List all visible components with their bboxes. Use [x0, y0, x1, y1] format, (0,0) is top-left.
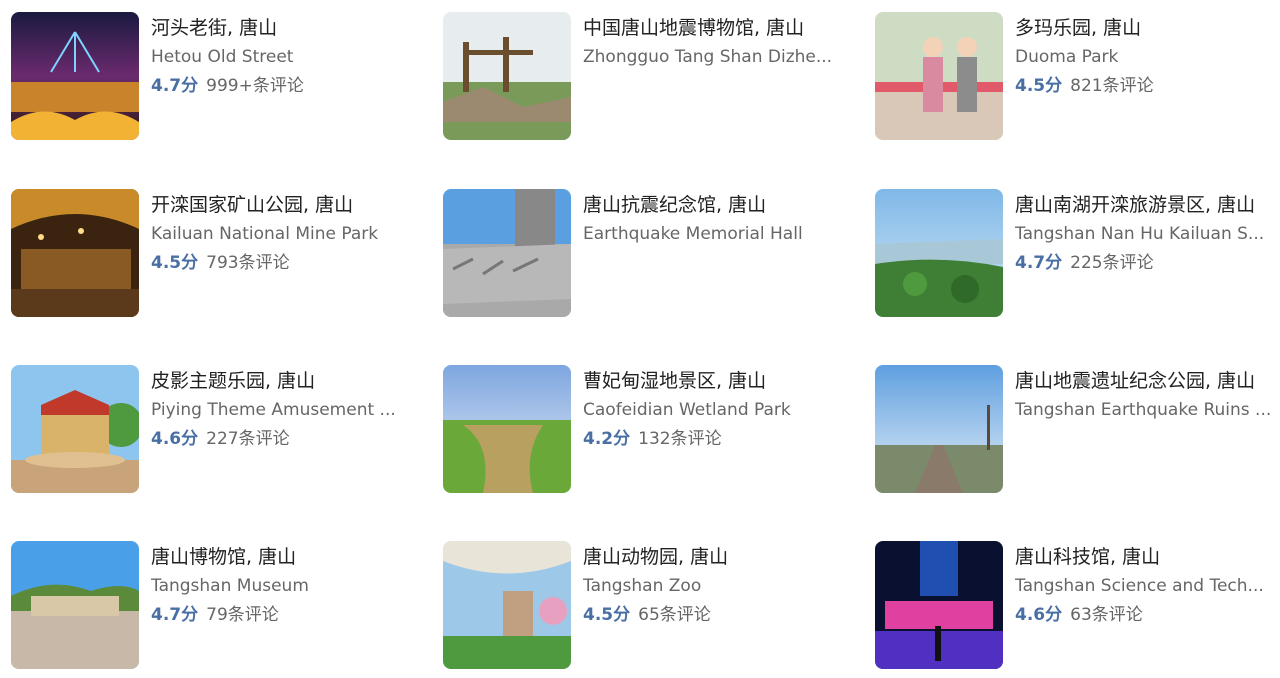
attraction-grid: 河头老街, 唐山 Hetou Old Street 4.7分 999+条评论 中国… [0, 0, 1280, 678]
attraction-card-duoma[interactable]: 多玛乐园, 唐山 Duoma Park 4.5分 821条评论 [875, 12, 1280, 140]
rating-score: 4.2分 [583, 429, 631, 449]
attraction-photo[interactable] [443, 189, 571, 317]
review-count[interactable]: 63条评论 [1070, 605, 1143, 625]
attraction-english-name: Kailuan National Mine Park [151, 224, 379, 244]
rating-score: 4.5分 [1015, 76, 1063, 96]
attraction-title[interactable]: 皮影主题乐园, 唐山 [151, 369, 433, 393]
attraction-card-memorial-hall[interactable]: 唐山抗震纪念馆, 唐山 Earthquake Memorial Hall [443, 189, 863, 317]
attraction-title[interactable]: 唐山科技馆, 唐山 [1015, 545, 1280, 569]
review-count[interactable]: 999+条评论 [206, 76, 304, 96]
attraction-english-name: Earthquake Memorial Hall [583, 224, 803, 244]
attraction-card-earthquake-museum[interactable]: 中国唐山地震博物馆, 唐山 Zhongguo Tang Shan Dizhe..… [443, 12, 863, 140]
attraction-photo[interactable] [11, 541, 139, 669]
attraction-card-caofeidian[interactable]: 曹妃甸湿地景区, 唐山 Caofeidian Wetland Park 4.2分… [443, 365, 863, 493]
attraction-title[interactable]: 唐山南湖开滦旅游景区, 唐山 [1015, 193, 1280, 217]
attraction-card-kailuan-mine[interactable]: 开滦国家矿山公园, 唐山 Kailuan National Mine Park … [11, 189, 431, 317]
rating-score: 4.6分 [1015, 605, 1063, 625]
attraction-english-name: Tangshan Zoo [583, 576, 702, 596]
review-count[interactable]: 225条评论 [1070, 253, 1153, 273]
attraction-card-hetou[interactable]: 河头老街, 唐山 Hetou Old Street 4.7分 999+条评论 [11, 12, 431, 140]
review-count[interactable]: 227条评论 [206, 429, 289, 449]
rating-score: 4.7分 [1015, 253, 1063, 273]
review-count[interactable]: 65条评论 [638, 605, 711, 625]
attraction-title[interactable]: 开滦国家矿山公园, 唐山 [151, 193, 433, 217]
rating-score: 4.5分 [583, 605, 631, 625]
review-count[interactable]: 79条评论 [206, 605, 279, 625]
attraction-photo[interactable] [875, 12, 1003, 140]
attraction-title[interactable]: 唐山地震遗址纪念公园, 唐山 [1015, 369, 1280, 393]
review-count[interactable]: 821条评论 [1070, 76, 1153, 96]
attraction-english-name: Zhongguo Tang Shan Dizhe... [583, 47, 833, 67]
attraction-english-name: Hetou Old Street [151, 47, 294, 67]
attraction-title[interactable]: 唐山动物园, 唐山 [583, 545, 865, 569]
review-count[interactable]: 793条评论 [206, 253, 289, 273]
attraction-english-name: Caofeidian Wetland Park [583, 400, 791, 420]
attraction-title[interactable]: 多玛乐园, 唐山 [1015, 16, 1280, 40]
attraction-title[interactable]: 唐山抗震纪念馆, 唐山 [583, 193, 865, 217]
rating-score: 4.6分 [151, 429, 199, 449]
attraction-title[interactable]: 曹妃甸湿地景区, 唐山 [583, 369, 865, 393]
rating-score: 4.7分 [151, 76, 199, 96]
attraction-card-nanhu[interactable]: 唐山南湖开滦旅游景区, 唐山 Tangshan Nan Hu Kailuan S… [875, 189, 1280, 317]
rating-score: 4.7分 [151, 605, 199, 625]
attraction-title[interactable]: 唐山博物馆, 唐山 [151, 545, 433, 569]
attraction-english-name: Tangshan Earthquake Ruins ... [1015, 400, 1272, 420]
attraction-photo[interactable] [443, 12, 571, 140]
attraction-photo[interactable] [11, 189, 139, 317]
review-count[interactable]: 132条评论 [638, 429, 721, 449]
attraction-english-name: Piying Theme Amusement ... [151, 400, 396, 420]
attraction-photo[interactable] [11, 365, 139, 493]
attraction-photo[interactable] [443, 541, 571, 669]
rating-score: 4.5分 [151, 253, 199, 273]
attraction-card-ruins-park[interactable]: 唐山地震遗址纪念公园, 唐山 Tangshan Earthquake Ruins… [875, 365, 1280, 493]
attraction-title[interactable]: 中国唐山地震博物馆, 唐山 [583, 16, 865, 40]
attraction-english-name: Tangshan Museum [151, 576, 309, 596]
attraction-photo[interactable] [443, 365, 571, 493]
attraction-photo[interactable] [11, 12, 139, 140]
attraction-english-name: Tangshan Nan Hu Kailuan S... [1015, 224, 1265, 244]
attraction-card-tangshan-museum[interactable]: 唐山博物馆, 唐山 Tangshan Museum 4.7分 79条评论 [11, 541, 431, 669]
attraction-photo[interactable] [875, 189, 1003, 317]
attraction-english-name: Tangshan Science and Tech... [1015, 576, 1264, 596]
attraction-card-tangshan-zoo[interactable]: 唐山动物园, 唐山 Tangshan Zoo 4.5分 65条评论 [443, 541, 863, 669]
attraction-photo[interactable] [875, 541, 1003, 669]
attraction-card-piying[interactable]: 皮影主题乐园, 唐山 Piying Theme Amusement ... 4.… [11, 365, 431, 493]
attraction-title[interactable]: 河头老街, 唐山 [151, 16, 433, 40]
attraction-card-science-museum[interactable]: 唐山科技馆, 唐山 Tangshan Science and Tech... 4… [875, 541, 1280, 669]
attraction-english-name: Duoma Park [1015, 47, 1119, 67]
attraction-photo[interactable] [875, 365, 1003, 493]
